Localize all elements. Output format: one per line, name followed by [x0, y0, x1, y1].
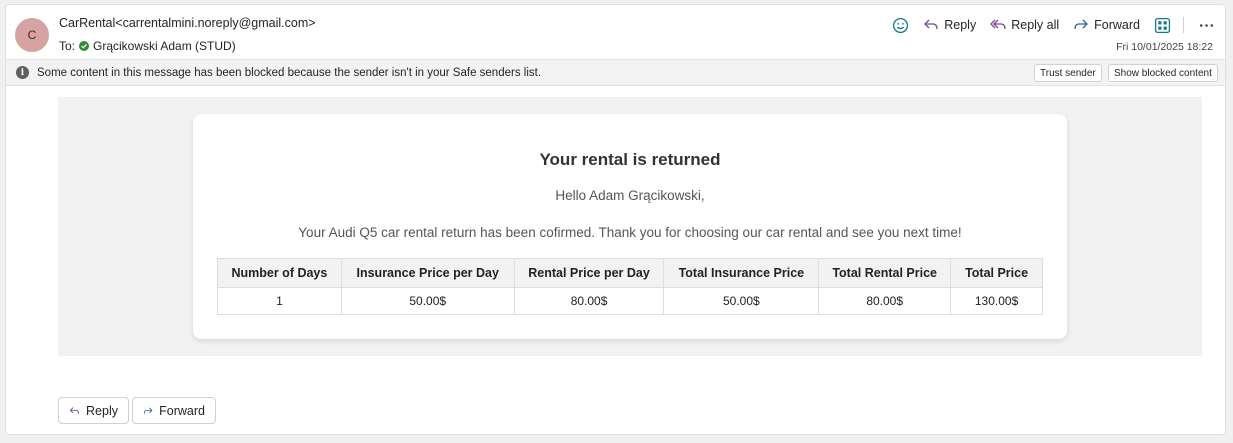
footer-forward-label: Forward [159, 403, 205, 418]
forward-icon [143, 407, 153, 414]
email-message: Your Audi Q5 car rental return has been … [298, 225, 962, 240]
table-row: 1 50.00$ 80.00$ 50.00$ 80.00$ 130.00$ [217, 287, 1043, 315]
message-date: Fri 10/01/2025 18:22 [1116, 41, 1213, 53]
sender-address[interactable]: CarRental<carrentalmini.noreply@gmail.co… [59, 16, 316, 30]
apps-icon[interactable] [1154, 17, 1171, 34]
forward-icon [1074, 19, 1089, 30]
rental-summary-table: Number of Days Insurance Price per Day R… [217, 258, 1043, 315]
reply-all-button[interactable]: Reply all [990, 17, 1059, 33]
table-header-row: Number of Days Insurance Price per Day R… [217, 258, 1043, 288]
show-blocked-content-button[interactable]: Show blocked content [1108, 64, 1218, 82]
table-cell: 50.00$ [340, 287, 515, 315]
emoji-reaction-icon[interactable] [892, 17, 909, 34]
blocked-content-bar: i Some content in this message has been … [6, 59, 1225, 86]
recipient-name[interactable]: Grącikowski Adam (STUD) [93, 39, 236, 53]
column-header: Total Insurance Price [663, 258, 820, 288]
more-options-icon[interactable] [1198, 17, 1215, 34]
forward-label: Forward [1094, 18, 1140, 32]
to-label: To: [59, 39, 76, 53]
column-header: Insurance Price per Day [340, 258, 515, 288]
footer-reply-label: Reply [86, 403, 118, 418]
blocked-content-text: Some content in this message has been bl… [37, 66, 542, 79]
table-cell: 50.00$ [663, 287, 820, 315]
reply-button[interactable]: Reply [923, 17, 976, 33]
reply-label: Reply [944, 18, 977, 32]
email-greeting: Hello Adam Grącikowski, [555, 188, 705, 203]
reply-icon [924, 19, 938, 30]
table-cell: 1 [217, 287, 342, 315]
table-cell: 130.00$ [950, 287, 1043, 315]
table-cell: 80.00$ [818, 287, 952, 315]
forward-button[interactable]: Forward [1073, 17, 1140, 33]
sender-avatar[interactable]: C [15, 18, 49, 52]
reply-all-icon [990, 19, 1006, 30]
reply-all-label: Reply all [1011, 18, 1060, 32]
recipient-line: To: Grącikowski Adam (STUD) [59, 39, 236, 53]
trust-sender-button[interactable]: Trust sender [1034, 64, 1102, 82]
column-header: Total Rental Price [818, 258, 952, 288]
verified-check-icon [79, 41, 90, 51]
column-header: Number of Days [217, 258, 342, 288]
toolbar-divider [1183, 17, 1184, 33]
footer-reply-button[interactable]: Reply [58, 397, 129, 424]
reply-icon [69, 406, 80, 414]
column-header: Total Price [950, 258, 1043, 288]
message-actions: Reply Reply all Forward [878, 14, 1215, 36]
email-card: Your rental is returned Hello Adam Grąci… [193, 114, 1067, 339]
column-header: Rental Price per Day [513, 258, 665, 288]
info-icon: i [16, 66, 29, 79]
table-cell: 80.00$ [513, 287, 665, 315]
footer-forward-button[interactable]: Forward [132, 397, 216, 424]
email-title: Your rental is returned [539, 150, 721, 169]
